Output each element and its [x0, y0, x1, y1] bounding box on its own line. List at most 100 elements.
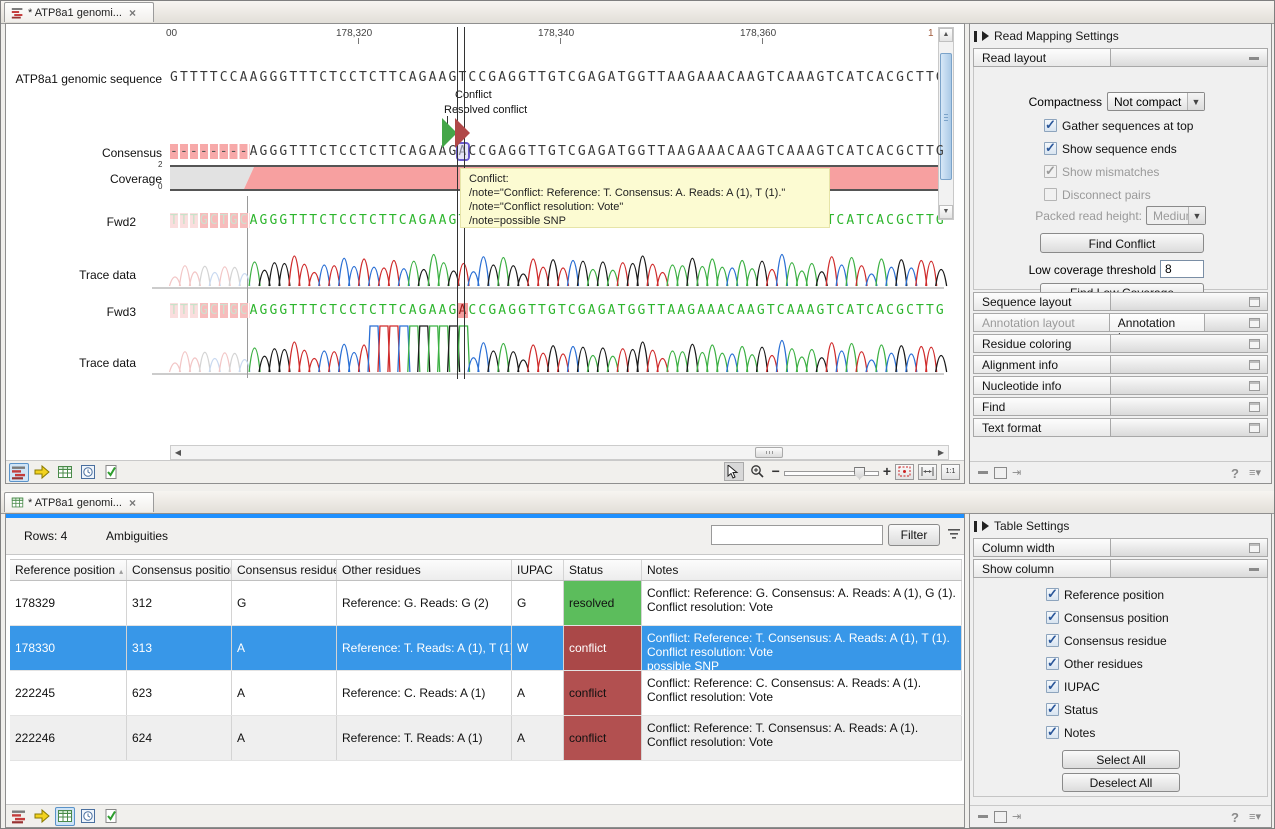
zoom-selection-button[interactable] — [895, 464, 914, 480]
low-coverage-threshold-input[interactable] — [1160, 260, 1204, 278]
table-row[interactable]: 178330313AReference: T. Reads: A (1), T … — [10, 626, 962, 671]
other-residues-cell[interactable]: Reference: C. Reads: A (1) — [337, 671, 512, 715]
scroll-right-button[interactable]: ▶ — [934, 446, 948, 459]
consensus-position-cell[interactable]: 312 — [127, 581, 232, 625]
table-row[interactable]: 178329312GReference: G. Reads: G (2)Gres… — [10, 581, 962, 626]
status-cell[interactable]: resolved — [564, 581, 642, 625]
consensus-residue-cell[interactable]: A — [232, 716, 337, 760]
show-column-group-header[interactable]: Show column — [973, 559, 1268, 578]
status-cell[interactable]: conflict — [564, 671, 642, 715]
view-mode-table-button[interactable] — [55, 463, 75, 482]
section-header-text-format[interactable]: Text format — [973, 418, 1268, 437]
history-button[interactable] — [78, 807, 98, 826]
status-cell[interactable]: conflict — [564, 716, 642, 760]
other-residues-cell[interactable]: Reference: G. Reads: G (2) — [337, 581, 512, 625]
column-width-group-header[interactable]: Column width — [973, 538, 1268, 557]
expand-group-icon[interactable] — [1249, 318, 1260, 328]
reference-position-cell[interactable]: 178329 — [10, 581, 127, 625]
section-tab[interactable]: Text format — [973, 418, 1111, 437]
zoom-in-icon[interactable]: + — [883, 463, 891, 480]
column-header-iupac[interactable]: IUPAC — [512, 560, 564, 580]
filter-button[interactable]: Filter — [888, 524, 940, 546]
export-graphics-button[interactable] — [32, 807, 52, 826]
checkbox[interactable] — [1046, 680, 1059, 693]
checkbox[interactable] — [1046, 703, 1059, 716]
export-graphics-button[interactable] — [32, 463, 52, 482]
checkbox[interactable] — [1046, 588, 1059, 601]
column-header-other-residues[interactable]: Other residues — [337, 560, 512, 580]
collapse-group-icon[interactable] — [1249, 57, 1259, 60]
tab-table-view[interactable]: * ATP8a1 genomi... × — [4, 492, 154, 512]
expand-group-icon[interactable] — [1249, 297, 1260, 307]
section-header-nucleotide-info[interactable]: Nucleotide info — [973, 376, 1268, 395]
reference-position-cell[interactable]: 178330 — [10, 626, 127, 670]
panel-menu-icon[interactable]: ≡▾ — [1249, 810, 1261, 823]
compactness-dropdown[interactable]: Not compact ▼ — [1107, 92, 1205, 111]
reference-position-cell[interactable]: 222246 — [10, 716, 127, 760]
iupac-cell[interactable]: G — [512, 581, 564, 625]
help-icon[interactable]: ? — [1231, 810, 1239, 825]
expand-group-icon[interactable] — [1249, 360, 1260, 370]
expand-all-icon[interactable] — [994, 467, 1007, 479]
consensus-residue-cell[interactable]: A — [232, 626, 337, 670]
iupac-cell[interactable]: W — [512, 626, 564, 670]
zoom-slider-thumb[interactable] — [854, 467, 865, 480]
dock-panel-icon[interactable]: ⇥ — [1012, 810, 1021, 823]
notes-cell[interactable]: Conflict: Reference: T. Consensus: A. Re… — [642, 626, 962, 670]
settings-panel-header[interactable]: Table Settings — [974, 517, 1069, 535]
view-mode-read-mapping-button[interactable] — [9, 463, 29, 482]
select-all-button[interactable]: Select All — [1062, 750, 1180, 769]
conflict-marker[interactable] — [455, 118, 470, 148]
reference-sequence[interactable]: GTTTTCCAAGGGTTTCTCCTCTTCAGAAGTCCGAGGTTGT… — [170, 70, 946, 85]
consensus-residue-cell[interactable]: A — [232, 671, 337, 715]
scrollbar-thumb[interactable] — [755, 447, 783, 458]
consensus-position-cell[interactable]: 623 — [127, 671, 232, 715]
notes-cell[interactable]: Conflict: Reference: G. Consensus: A. Re… — [642, 581, 962, 625]
other-residues-cell[interactable]: Reference: T. Reads: A (1) — [337, 716, 512, 760]
collapse-group-icon[interactable] — [1249, 568, 1259, 571]
checkbox[interactable] — [1046, 657, 1059, 670]
view-mode-read-mapping-button[interactable] — [9, 807, 29, 826]
consensus-position-cell[interactable]: 624 — [127, 716, 232, 760]
column-width-group-tab[interactable]: Column width — [973, 538, 1111, 557]
expand-group-icon[interactable] — [1249, 423, 1260, 433]
show-column-group-tab[interactable]: Show column — [973, 559, 1111, 578]
read-layout-group-tab[interactable]: Read layout — [973, 48, 1111, 67]
horizontal-scrollbar[interactable]: ◀ ▶ — [170, 445, 949, 460]
checkbox[interactable] — [1046, 726, 1059, 739]
section-header-residue-coloring[interactable]: Residue coloring — [973, 334, 1268, 353]
deselect-all-button[interactable]: Deselect All — [1062, 773, 1180, 792]
pointer-tool-button[interactable] — [724, 462, 744, 481]
scroll-down-button[interactable]: ▼ — [939, 205, 953, 219]
column-header-consensus-position[interactable]: Consensus position — [127, 560, 232, 580]
consensus-residue-cell[interactable]: G — [232, 581, 337, 625]
other-residues-cell[interactable]: Reference: T. Reads: A (1), T (1) — [337, 626, 512, 670]
consensus-sequence[interactable]: --------AGGGTTTCTCCTCTTCAGAAGACCGAGGTTGT… — [170, 144, 946, 159]
section-tab[interactable]: Find — [973, 397, 1111, 416]
filter-input[interactable] — [711, 525, 883, 545]
column-header-reference-position[interactable]: Reference position▴ — [10, 560, 127, 580]
checkbox[interactable] — [1046, 611, 1059, 624]
help-icon[interactable]: ? — [1231, 466, 1239, 481]
notes-cell[interactable]: Conflict: Reference: T. Consensus: A. Re… — [642, 716, 962, 760]
iupac-cell[interactable]: A — [512, 716, 564, 760]
scrollbar-thumb[interactable] — [940, 53, 952, 180]
zoom-out-icon[interactable]: − — [772, 463, 780, 480]
section-tab[interactable]: Sequence layout — [973, 292, 1111, 311]
table-row[interactable]: 222245623AReference: C. Reads: A (1)Acon… — [10, 671, 962, 716]
column-header-status[interactable]: Status — [564, 560, 642, 580]
history-button[interactable] — [78, 463, 98, 482]
tab-close-icon[interactable]: × — [129, 496, 136, 510]
scroll-left-button[interactable]: ◀ — [171, 446, 185, 459]
checkbox[interactable] — [1044, 119, 1057, 132]
panel-menu-icon[interactable]: ≡▾ — [1249, 466, 1261, 479]
fit-width-button[interactable] — [918, 464, 937, 480]
column-header-notes[interactable]: Notes — [642, 560, 962, 580]
section-tab-secondary[interactable]: Annotation types — [1109, 313, 1206, 332]
section-header-find[interactable]: Find — [973, 397, 1268, 416]
fwd3-sequence[interactable]: TTTGCTGCAGGGTTTCTCCTCTTCAGAAGACCGAGGTTGT… — [170, 303, 946, 318]
zoom-100-button[interactable]: 1:1 — [941, 464, 960, 480]
section-tab[interactable]: Nucleotide info — [973, 376, 1111, 395]
table-row[interactable]: 222246624AReference: T. Reads: A (1)Acon… — [10, 716, 962, 761]
expand-group-icon[interactable] — [1249, 381, 1260, 391]
